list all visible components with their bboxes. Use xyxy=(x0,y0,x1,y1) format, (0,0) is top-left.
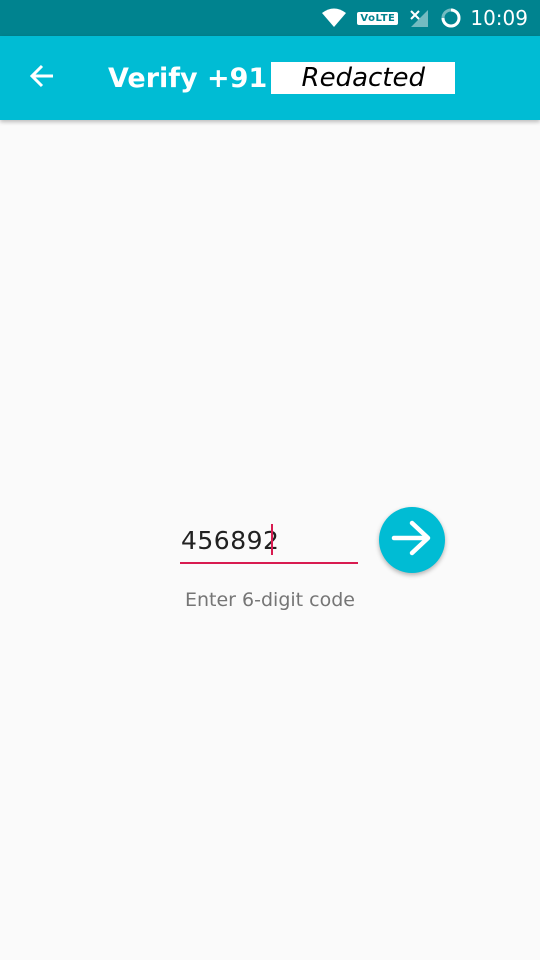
back-button[interactable] xyxy=(14,50,70,106)
app-bar: Verify +91 Redacted xyxy=(0,36,540,120)
code-input[interactable] xyxy=(180,518,358,562)
page-title: Verify +91 Redacted xyxy=(108,62,456,94)
code-hint: Enter 6-digit code xyxy=(185,589,355,611)
submit-button[interactable] xyxy=(379,507,445,573)
arrow-right-icon xyxy=(391,519,433,562)
wifi-icon xyxy=(321,8,347,28)
redacted-phone-number: Redacted xyxy=(271,62,456,94)
code-field[interactable] xyxy=(180,518,358,564)
loading-ring-icon xyxy=(440,7,462,29)
status-time: 10:09 xyxy=(470,6,528,30)
volte-icon: VoLTE xyxy=(357,11,399,25)
text-cursor xyxy=(271,524,273,555)
code-underline xyxy=(180,562,358,564)
arrow-left-icon xyxy=(29,64,55,93)
status-bar: VoLTE 10:09 xyxy=(0,0,540,36)
title-prefix: Verify +91 xyxy=(108,62,268,94)
signal-no-service-icon xyxy=(408,8,430,28)
